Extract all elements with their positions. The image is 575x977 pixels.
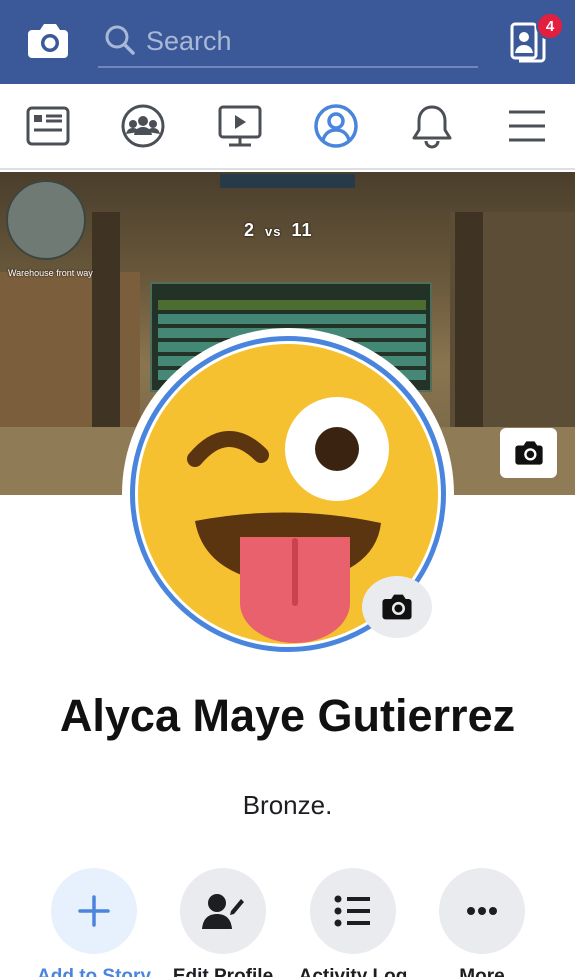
cover-scene-pillar	[455, 212, 483, 452]
camera-button[interactable]	[22, 18, 74, 64]
watch-icon	[218, 105, 262, 147]
cover-score-right: 11	[291, 220, 313, 240]
top-bar: 4	[0, 0, 575, 84]
profile-bio: Bronze.	[242, 790, 333, 820]
search-input[interactable]	[146, 22, 466, 60]
nav-bar	[0, 84, 575, 170]
edit-profile-label: Edit Profile	[172, 966, 274, 977]
more-circle[interactable]	[439, 868, 525, 954]
tab-profile[interactable]	[291, 84, 381, 168]
cover-score: 2 vs 11	[244, 220, 313, 241]
cover-scene-pillar	[92, 212, 120, 452]
more-icon	[467, 907, 497, 915]
cover-location-text: Warehouse front way	[8, 268, 93, 278]
camera-icon	[382, 594, 412, 620]
tab-menu[interactable]	[482, 84, 572, 168]
scoreboard-row	[158, 300, 426, 310]
menu-icon	[509, 110, 545, 142]
tab-watch[interactable]	[195, 84, 285, 168]
edit-profile-button[interactable]: Edit Profile	[158, 868, 288, 977]
add-to-story-button[interactable]: Add to Story	[29, 868, 159, 977]
groups-icon	[121, 104, 165, 148]
search-icon	[105, 25, 135, 55]
activity-log-label: Activity Log	[298, 966, 408, 977]
edit-profile-icon	[202, 894, 244, 929]
profile-actions: Add to Story Edit Profile Activity Log M…	[0, 868, 575, 977]
news-feed-icon	[26, 106, 70, 146]
more-button[interactable]: More	[417, 868, 547, 977]
tab-notifications[interactable]	[387, 84, 477, 168]
add-to-story-circle[interactable]	[51, 868, 137, 954]
cover-camera-button[interactable]	[500, 428, 557, 478]
cover-score-left: 2	[244, 220, 256, 240]
cover-score-vs: vs	[265, 224, 282, 239]
cover-hud-bar	[220, 174, 355, 188]
tab-groups[interactable]	[98, 84, 188, 168]
profile-picture-camera-button[interactable]	[362, 576, 432, 638]
activity-log-circle[interactable]	[310, 868, 396, 954]
camera-icon	[514, 441, 543, 465]
notifications-icon	[412, 105, 452, 149]
activity-log-button[interactable]: Activity Log	[288, 868, 418, 977]
notification-badge: 4	[536, 12, 564, 40]
tab-news-feed[interactable]	[3, 84, 93, 168]
camera-icon	[28, 24, 68, 58]
add-to-story-label: Add to Story	[37, 966, 151, 977]
profile-icon	[314, 104, 358, 148]
more-label: More	[459, 966, 505, 977]
scoreboard-row	[158, 314, 426, 324]
search-bar[interactable]	[98, 14, 478, 68]
profile-name: Alyca Maye Gutierrez	[59, 690, 516, 741]
edit-profile-circle[interactable]	[180, 868, 266, 954]
list-icon	[334, 895, 370, 927]
cover-minimap	[6, 180, 86, 260]
plus-icon	[78, 895, 110, 927]
